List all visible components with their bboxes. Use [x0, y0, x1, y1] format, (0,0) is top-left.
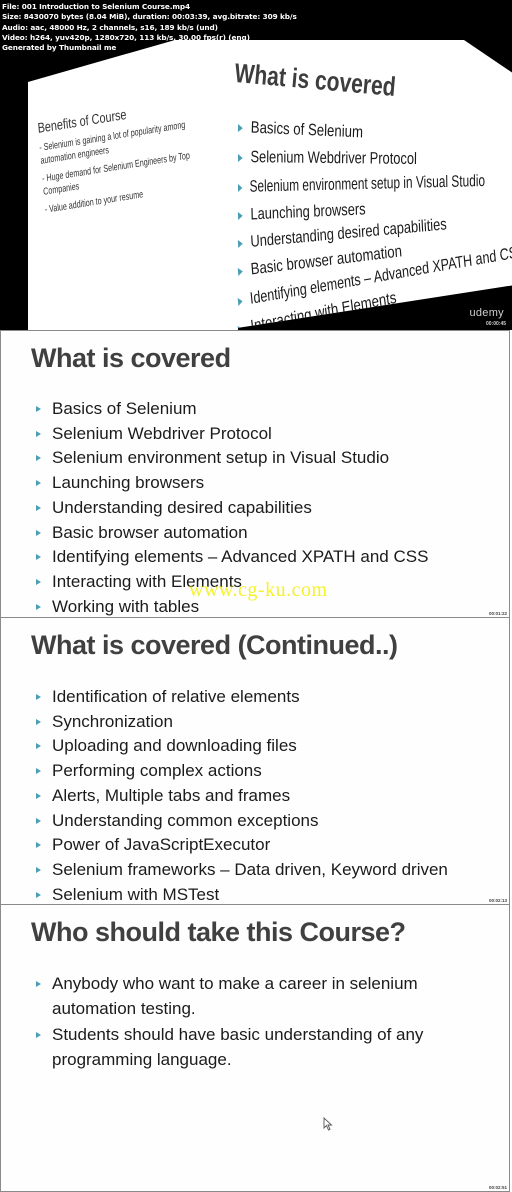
bullet-list: Anybody who want to make a career in sel…	[36, 972, 492, 1074]
file-info-line: Audio: aac, 48000 Hz, 2 channels, s16, 1…	[2, 22, 218, 32]
frame-timestamp: 00:02:13	[488, 898, 507, 903]
bullet-triangle-icon	[237, 267, 244, 276]
bullet-triangle-icon	[237, 123, 243, 132]
bullet-triangle-icon	[36, 504, 41, 511]
list-item: Understanding common exceptions	[36, 809, 448, 834]
list-item: Alerts, Multiple tabs and frames	[36, 784, 448, 809]
bullet-triangle-icon	[36, 866, 41, 873]
list-item: Synchronization	[36, 710, 448, 735]
covered-item: Basic browser automation	[237, 242, 403, 281]
frame-timestamp: 00:02:51	[488, 1185, 507, 1190]
bullet-triangle-icon	[36, 817, 41, 824]
covered-title: What is covered	[233, 58, 397, 102]
list-item: Students should have basic understanding…	[36, 1023, 492, 1072]
slide-title: What is covered	[31, 343, 231, 373]
list-item: Anybody who want to make a career in sel…	[36, 972, 492, 1021]
bullet-triangle-icon	[36, 603, 41, 610]
bullet-triangle-icon	[36, 891, 41, 898]
covered-item: Basics of Selenium	[237, 118, 363, 142]
bullet-list: Identification of relative elements Sync…	[36, 685, 448, 907]
video-frame-2: What is covered Basics of Selenium Selen…	[0, 330, 510, 618]
bullet-triangle-icon	[36, 406, 41, 412]
mouse-cursor-icon	[323, 1117, 333, 1131]
list-item: Selenium environment setup in Visual Stu…	[36, 446, 428, 471]
bullet-triangle-icon	[36, 480, 41, 487]
covered-slide-rotating: What is covered Basics of Selenium Selen…	[224, 40, 512, 330]
covered-item: Launching browsers	[237, 200, 366, 225]
file-info-header: File: 001 Introduction to Selenium Cours…	[2, 2, 297, 53]
list-item: Identifying elements – Advanced XPATH an…	[36, 545, 428, 570]
bullet-triangle-icon	[36, 694, 41, 700]
video-frame-4: Who should take this Course? Anybody who…	[0, 904, 510, 1192]
file-info-line: File: 001 Introduction to Selenium Cours…	[2, 2, 191, 11]
bullet-triangle-icon	[237, 239, 243, 248]
list-item: Identification of relative elements	[36, 685, 448, 710]
list-item: Uploading and downloading files	[36, 734, 448, 759]
bullet-triangle-icon	[36, 981, 41, 987]
list-item: Selenium Webdriver Protocol	[36, 422, 428, 447]
list-item: Basics of Selenium	[36, 397, 428, 422]
bullet-triangle-icon	[237, 153, 243, 162]
list-item: Basic browser automation	[36, 521, 428, 546]
benefits-slide: Benefits of Course - Selenium is gaining…	[28, 40, 238, 330]
video-frame-3: What is covered (Continued..) Identifica…	[0, 617, 510, 905]
covered-item: Selenium environment setup in Visual Stu…	[237, 172, 485, 197]
bullet-triangle-icon	[36, 1032, 41, 1038]
slide-title: Who should take this Course?	[31, 917, 406, 947]
watermark-text: www.cg-ku.com	[189, 579, 328, 601]
list-item: Performing complex actions	[36, 759, 448, 784]
list-item: Understanding desired capabilities	[36, 496, 428, 521]
list-item: Selenium frameworks – Data driven, Keywo…	[36, 858, 448, 883]
frame-timestamp: 00:01:22	[488, 611, 507, 616]
bullet-triangle-icon	[36, 743, 41, 750]
bullet-triangle-icon	[36, 455, 41, 462]
file-info-line: Video: h264, yuv420p, 1280x720, 113 kb/s…	[2, 32, 250, 42]
bullet-triangle-icon	[36, 578, 41, 585]
bullet-triangle-icon	[237, 183, 243, 192]
covered-item: Selenium Webdriver Protocol	[237, 148, 417, 169]
covered-item: Understanding desired capabilities	[237, 215, 447, 253]
bullet-triangle-icon	[237, 296, 243, 306]
list-item: Power of JavaScriptExecutor	[36, 833, 448, 858]
bullet-triangle-icon	[237, 211, 243, 220]
frame-timestamp: 00:00:45	[485, 321, 506, 327]
file-info-line: Generated by Thumbnail me	[2, 43, 117, 53]
bullet-triangle-icon	[36, 718, 41, 725]
bullet-triangle-icon	[36, 529, 41, 536]
slide-title: What is covered (Continued..)	[31, 630, 398, 660]
udemy-logo: udemy	[469, 307, 504, 319]
video-frame-1: File: 001 Introduction to Selenium Cours…	[0, 0, 512, 330]
bullet-triangle-icon	[36, 792, 41, 799]
file-info-line: Size: 8430070 bytes (8.04 MiB), duration…	[2, 12, 297, 22]
bullet-triangle-icon	[36, 554, 41, 561]
list-item: Launching browsers	[36, 471, 428, 496]
bullet-triangle-icon	[36, 430, 41, 437]
bullet-triangle-icon	[36, 768, 41, 775]
bullet-triangle-icon	[36, 842, 41, 849]
